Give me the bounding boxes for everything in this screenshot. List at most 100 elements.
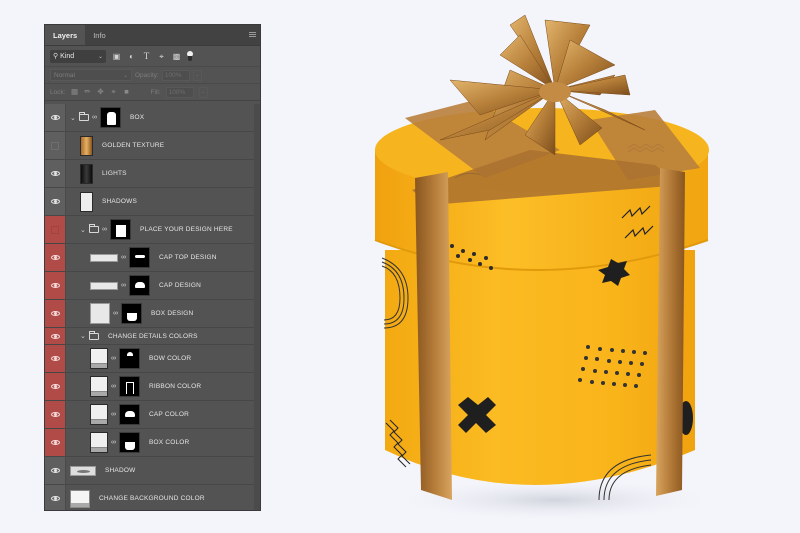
ribbon-vertical-left (415, 172, 452, 500)
filter-kind-select[interactable]: ⚲ Kind ⌄ (50, 49, 106, 63)
lock-transparent-pixels-icon[interactable]: ▦ (71, 88, 79, 96)
layer-mask-thumbnail[interactable] (110, 219, 131, 240)
layer-name: SHADOWS (102, 198, 137, 205)
smart-object-thumbnail (90, 281, 118, 290)
layer-row-box-design[interactable]: ∞ BOX DESIGN (45, 300, 260, 328)
layer-row-change-background-color[interactable]: CHANGE BACKGROUND COLOR (45, 485, 260, 510)
link-icon: ∞ (92, 114, 97, 121)
layer-row-golden-texture[interactable]: GOLDEN TEXTURE (45, 132, 260, 160)
blend-mode-value: Normal (54, 71, 75, 79)
layer-name: RIBBON COLOR (149, 383, 202, 390)
ribbon-vertical-right (656, 168, 685, 496)
layer-row-bow-color[interactable]: ∞ BOW COLOR (45, 345, 260, 373)
link-icon: ∞ (121, 254, 126, 261)
blend-row: Normal ⌄ Opacity: 100% ⌄ (45, 66, 260, 83)
layer-filter-row: ⚲ Kind ⌄ ▣ ◐ T ⌖ ▩ (45, 46, 260, 66)
layer-row-shadow[interactable]: SHADOW (45, 457, 260, 485)
filter-toggle-icon[interactable] (187, 51, 193, 61)
visibility-toggle[interactable] (45, 160, 66, 187)
layer-name: LIGHTS (102, 170, 127, 177)
lock-all-icon[interactable]: ■ (123, 88, 131, 96)
type-layer-filter-icon[interactable]: T (142, 51, 151, 61)
layer-row-ribbon-color[interactable]: ∞ RIBBON COLOR (45, 373, 260, 401)
hidden-eye-icon (51, 141, 59, 150)
eye-icon (50, 384, 60, 389)
visibility-toggle[interactable] (45, 401, 66, 428)
visibility-toggle[interactable] (45, 216, 66, 243)
fill-layer-thumbnail (90, 348, 108, 369)
smart-object-filter-icon[interactable]: ▩ (172, 52, 181, 61)
blend-mode-select[interactable]: Normal ⌄ (50, 69, 132, 81)
opacity-dropdown[interactable]: ⌄ (192, 69, 202, 81)
shape-layer-filter-icon[interactable]: ⌖ (157, 52, 166, 61)
layer-name: BOX DESIGN (151, 310, 194, 317)
tab-layers[interactable]: Layers (45, 25, 86, 45)
eye-icon (50, 333, 60, 339)
link-icon: ∞ (111, 439, 116, 446)
panel-menu-icon[interactable] (249, 32, 256, 37)
chevron-down-icon: ⌄ (122, 72, 128, 79)
visibility-toggle[interactable] (45, 345, 66, 372)
visibility-toggle[interactable] (45, 485, 66, 510)
filter-kind-label: Kind (60, 52, 75, 60)
eye-icon (50, 255, 60, 260)
visibility-toggle[interactable] (45, 272, 66, 299)
chevron-down-icon: ⌄ (97, 53, 103, 60)
fill-label: Fill: (150, 88, 161, 96)
layer-row-cap-design[interactable]: ∞ CAP DESIGN (45, 272, 260, 300)
visibility-toggle[interactable] (45, 300, 66, 327)
tab-info[interactable]: Info (85, 25, 114, 45)
layer-mask-thumbnail[interactable] (129, 247, 150, 268)
visibility-toggle[interactable] (45, 429, 66, 456)
visibility-toggle[interactable] (45, 188, 66, 215)
visibility-toggle[interactable] (45, 244, 66, 271)
layer-mask-thumbnail[interactable] (119, 432, 140, 453)
layer-mask-thumbnail[interactable] (119, 404, 140, 425)
layer-row-box-color[interactable]: ∞ BOX COLOR (45, 429, 260, 457)
eye-icon (50, 171, 60, 176)
link-icon: ∞ (111, 355, 116, 362)
layer-row-lights[interactable]: LIGHTS (45, 160, 260, 188)
lock-artboard-icon[interactable]: ⌖ (110, 88, 118, 96)
layer-row-cap-top-design[interactable]: ∞ CAP TOP DESIGN (45, 244, 260, 272)
eye-icon (50, 283, 60, 288)
chevron-down-icon[interactable]: ⌄ (80, 332, 86, 340)
visibility-toggle[interactable] (45, 104, 66, 131)
layer-row-place-your-design-here[interactable]: ⌄ ∞ PLACE YOUR DESIGN HERE (45, 216, 260, 244)
visibility-toggle[interactable] (45, 457, 66, 484)
pixel-layer-filter-icon[interactable]: ▣ (112, 52, 121, 61)
adjustment-layer-filter-icon[interactable]: ◐ (127, 52, 136, 61)
link-icon: ∞ (113, 310, 118, 317)
layer-mask-thumbnail[interactable] (119, 348, 140, 369)
layer-row-shadows[interactable]: SHADOWS (45, 188, 260, 216)
eye-icon (50, 496, 60, 501)
chevron-down-icon[interactable]: ⌄ (70, 114, 76, 122)
layers-scrollbar[interactable] (254, 104, 260, 510)
layer-row-change-details-colors[interactable]: ⌄ CHANGE DETAILS COLORS (45, 328, 260, 345)
layer-mask-thumbnail[interactable] (129, 275, 150, 296)
layer-row-cap-color[interactable]: ∞ CAP COLOR (45, 401, 260, 429)
folder-icon (89, 330, 99, 340)
layer-row-box[interactable]: ⌄ ∞ BOX (45, 104, 260, 132)
lock-position-icon[interactable]: ✥ (97, 88, 105, 96)
layer-thumbnail (80, 135, 93, 156)
layers-panel: Layers Info ⚲ Kind ⌄ ▣ ◐ T ⌖ ▩ Normal ⌄ … (44, 24, 261, 511)
opacity-input[interactable]: 100% (161, 69, 190, 81)
visibility-toggle[interactable] (45, 373, 66, 400)
visibility-toggle[interactable] (45, 132, 66, 159)
lock-image-pixels-icon[interactable]: ✏ (84, 88, 92, 96)
visibility-toggle[interactable] (45, 328, 66, 344)
chevron-down-icon[interactable]: ⌄ (80, 226, 86, 234)
layer-thumbnail (80, 163, 93, 184)
eye-icon (50, 115, 60, 120)
fill-dropdown[interactable]: ⌄ (198, 86, 208, 98)
opacity-label: Opacity: (135, 71, 159, 79)
folder-icon (79, 112, 89, 121)
layer-mask-thumbnail[interactable] (100, 107, 121, 128)
layer-mask-thumbnail[interactable] (119, 376, 140, 397)
layer-mask-thumbnail[interactable] (121, 303, 142, 324)
fill-input[interactable]: 100% (165, 86, 194, 98)
layer-thumbnail (70, 465, 96, 476)
eye-icon (50, 199, 60, 204)
link-icon: ∞ (102, 226, 107, 233)
